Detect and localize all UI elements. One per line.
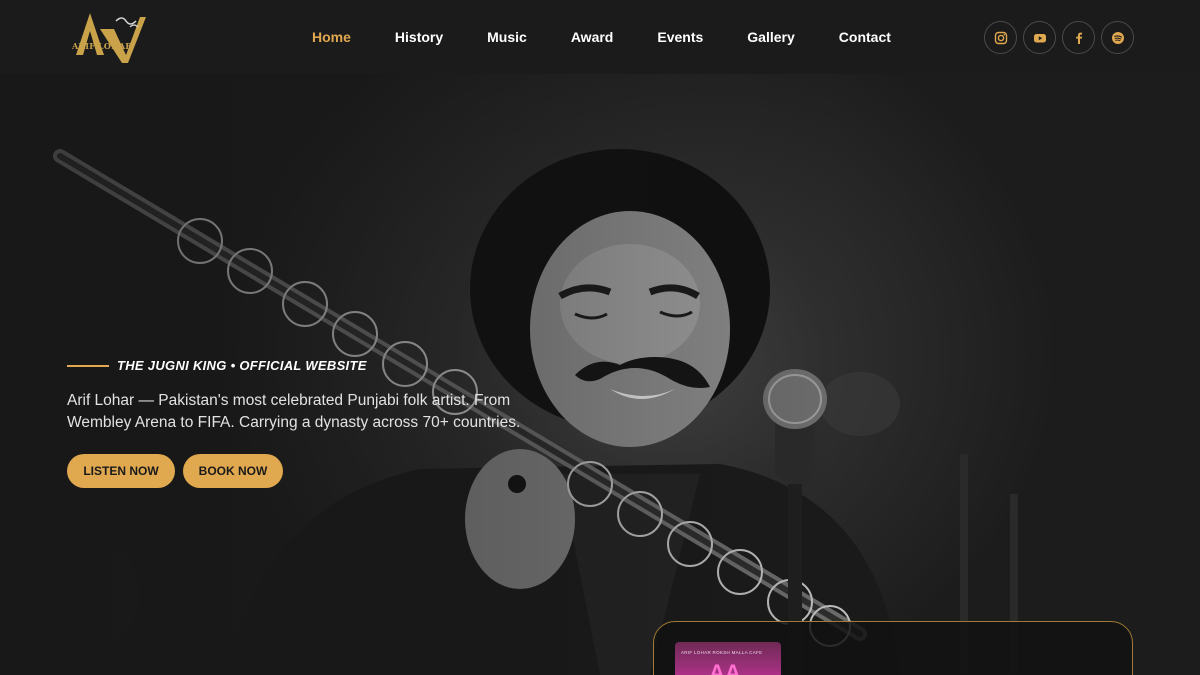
nav-item-history[interactable]: History <box>395 29 443 45</box>
album-art[interactable]: ARIF LOHAR ROKSH MALLA CAFE AA <box>675 642 781 675</box>
eyebrow-line <box>67 364 109 367</box>
instagram-button[interactable] <box>984 21 1017 54</box>
nav-item-gallery[interactable]: Gallery <box>747 29 794 45</box>
social-links <box>984 21 1134 54</box>
nav-item-contact[interactable]: Contact <box>839 29 891 45</box>
nav-item-award[interactable]: Award <box>571 29 614 45</box>
nav-item-home[interactable]: Home <box>312 29 351 45</box>
hero-overlay <box>0 74 1200 675</box>
album-art-caption: ARIF LOHAR ROKSH MALLA CAFE <box>681 650 763 655</box>
page: ARIF LOHAR Home History Music Award Even… <box>0 0 1200 675</box>
music-player-card: ARIF LOHAR ROKSH MALLA CAFE AA <box>653 621 1133 675</box>
hero-eyebrow: THE JUGNI KING • OFFICIAL WEBSITE <box>67 358 367 373</box>
hero-section: THE JUGNI KING • OFFICIAL WEBSITE Arif L… <box>0 74 1200 675</box>
eyebrow-text: THE JUGNI KING • OFFICIAL WEBSITE <box>117 358 367 373</box>
logo-mark-icon <box>76 13 146 63</box>
book-now-button[interactable]: BOOK NOW <box>183 454 283 488</box>
spotify-icon <box>1111 31 1124 44</box>
youtube-button[interactable] <box>1023 21 1056 54</box>
site-header: ARIF LOHAR Home History Music Award Even… <box>0 0 1200 74</box>
site-logo[interactable] <box>68 9 148 65</box>
main-nav: Home History Music Award Events Gallery … <box>290 0 913 74</box>
spotify-button[interactable] <box>1101 21 1134 54</box>
logo-text: ARIF LOHAR <box>72 41 133 51</box>
album-art-mark: AA <box>709 660 741 675</box>
nav-item-music[interactable]: Music <box>487 29 527 45</box>
hero-description: Arif Lohar — Pakistan's most celebrated … <box>67 392 521 431</box>
instagram-icon <box>994 31 1007 44</box>
youtube-icon <box>1033 33 1046 42</box>
facebook-button[interactable] <box>1062 21 1095 54</box>
facebook-icon <box>1075 32 1082 44</box>
nav-item-events[interactable]: Events <box>657 29 703 45</box>
listen-now-button[interactable]: LISTEN NOW <box>67 454 175 488</box>
